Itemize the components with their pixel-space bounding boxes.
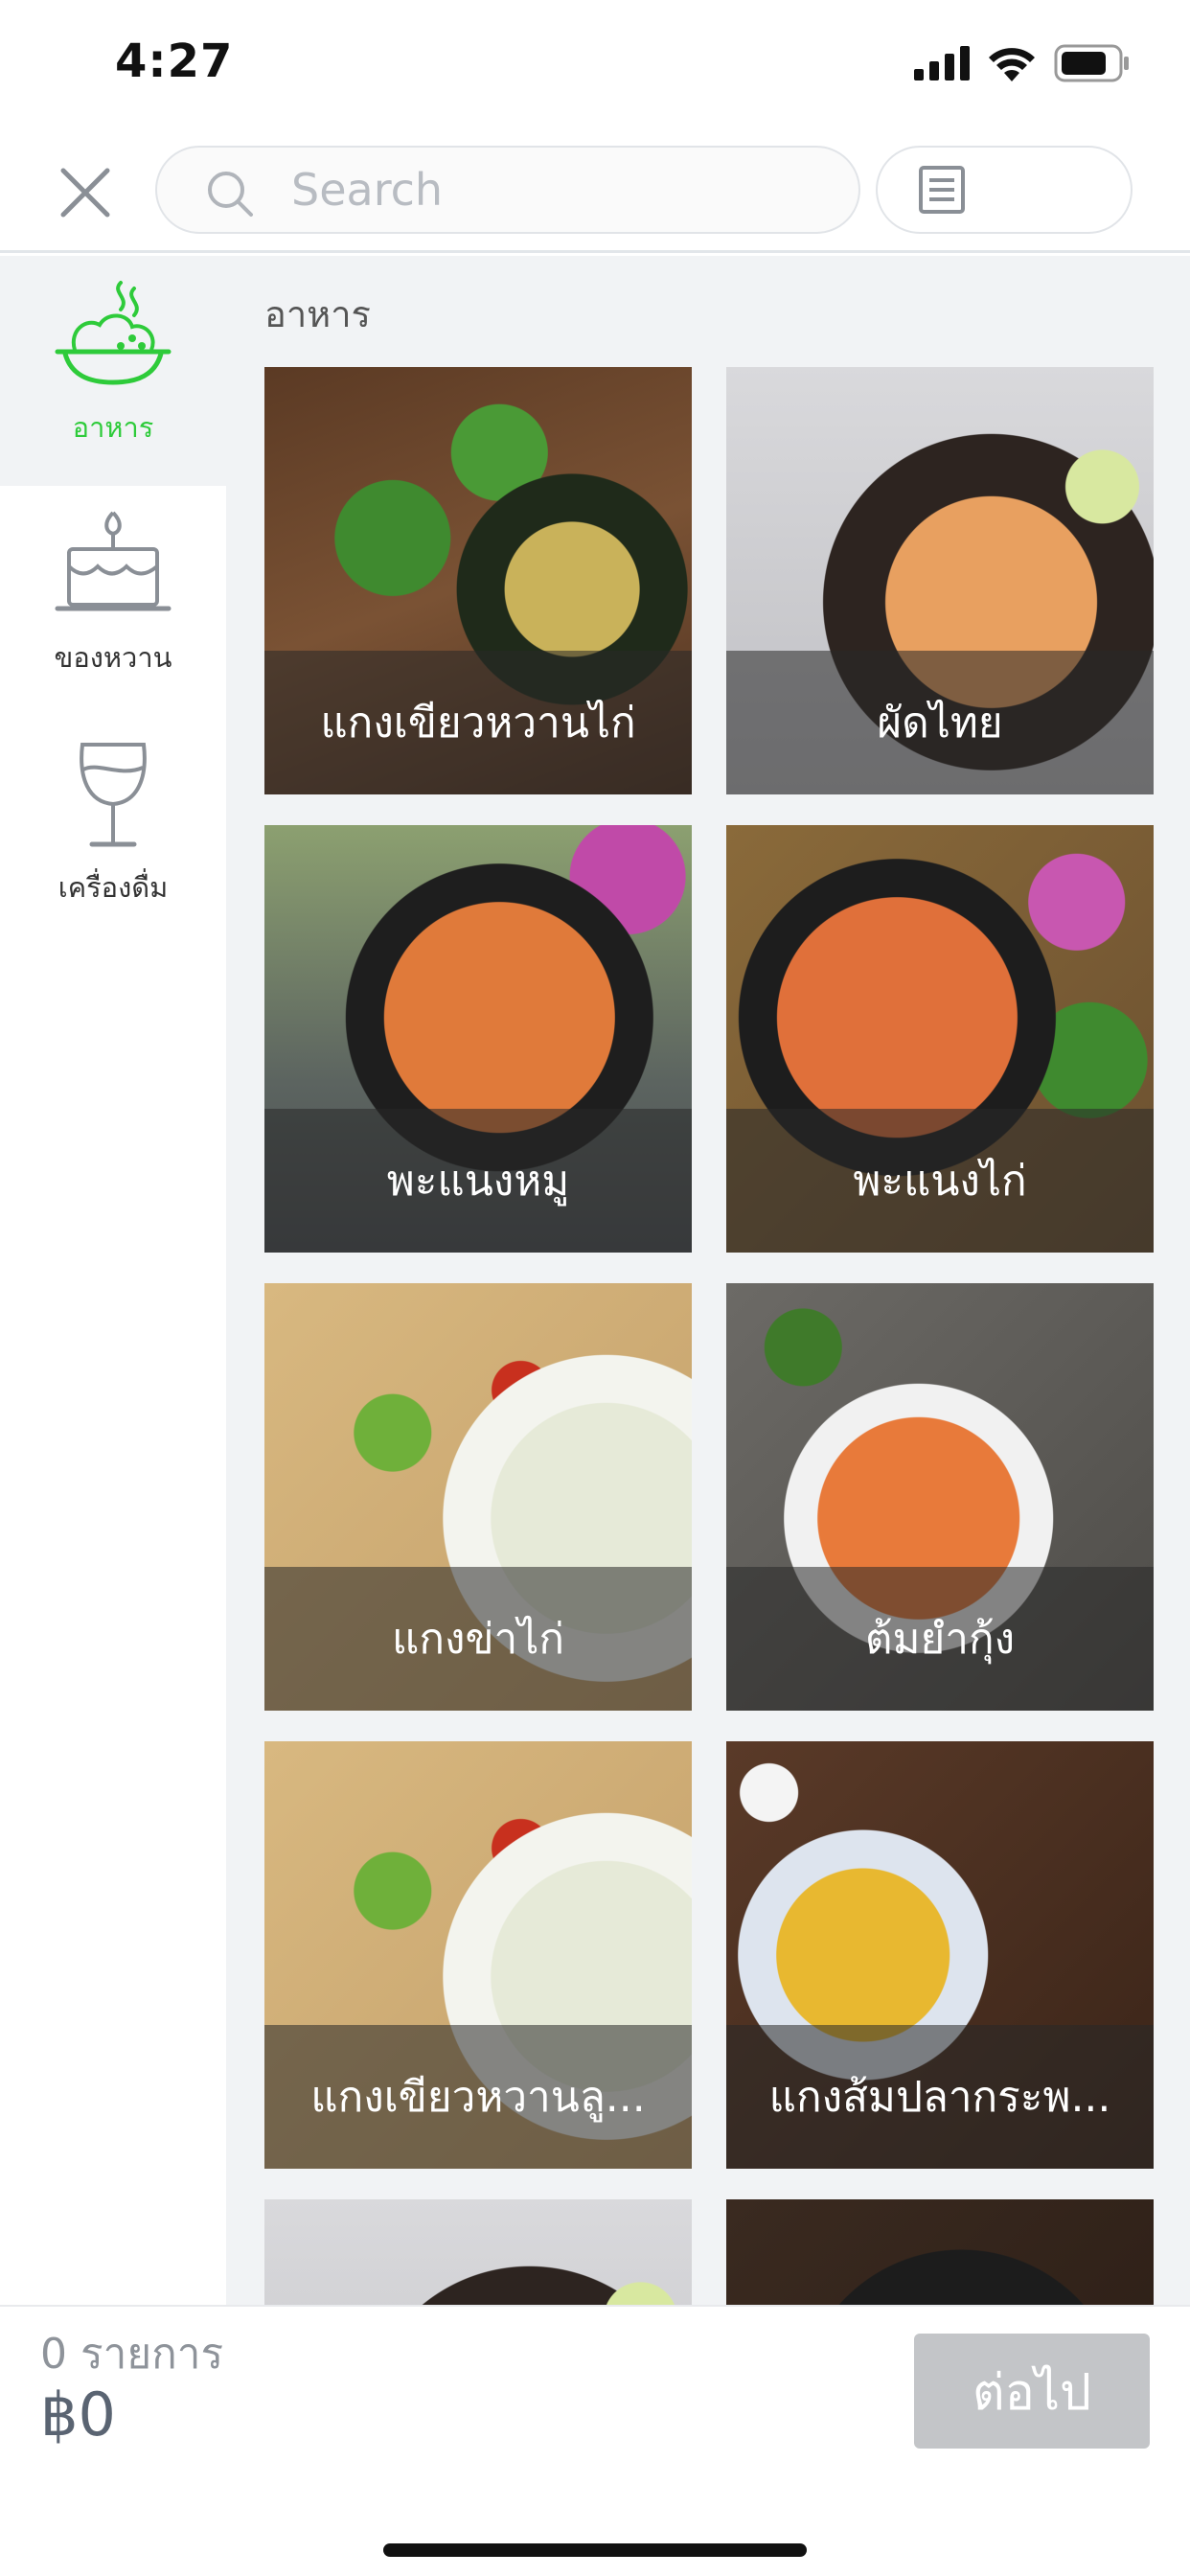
category-drinks[interactable]: เครื่องดื่ม — [0, 716, 226, 946]
menu-item-caption: แกงส้มปลากระพ... — [726, 2025, 1154, 2169]
category-label: เครื่องดื่ม — [57, 871, 169, 904]
category-sidebar: อาหาร ของหวาน เครื่องดื่ม — [0, 256, 226, 2305]
menu-item-card[interactable]: พะแนงไก่ — [726, 825, 1154, 1253]
menu-item-card[interactable] — [264, 2199, 692, 2305]
menu-item-name: แกงส้มปลากระพ... — [768, 2073, 1111, 2122]
category-label: ของหวาน — [54, 641, 172, 674]
menu-item-name: แกงเขียวหวานไก่ — [320, 699, 636, 748]
category-food[interactable]: อาหาร — [0, 256, 226, 486]
cart-bar: 0 รายการ ฿0 ต่อไป — [0, 2305, 1190, 2576]
home-indicator — [383, 2543, 807, 2557]
category-label: อาหาร — [72, 411, 154, 444]
view-toggle — [876, 146, 1133, 234]
menu-item-card[interactable]: แกงข่าไก่ — [264, 1283, 692, 1711]
menu-item-caption: แกงเขียวหวานไก่ — [264, 651, 692, 794]
cart-total: ฿0 — [40, 2380, 116, 2450]
main-content: อาหาร ของหวาน เครื่องดื่ม อาหาร แกงเขียว… — [0, 256, 1190, 2305]
menu-item-caption: แกงเขียวหวานลู... — [264, 2025, 692, 2169]
list-view-icon — [919, 166, 965, 214]
top-bar — [0, 126, 1190, 253]
food-photo — [264, 2199, 692, 2305]
status-bar: 4:27 — [0, 0, 1190, 126]
battery-icon — [1054, 44, 1129, 82]
menu-item-card[interactable] — [726, 2199, 1154, 2305]
menu-item-name: ต้มยำกุ้ง — [864, 1615, 1016, 1664]
search-icon — [208, 172, 253, 217]
menu-item-card[interactable]: ต้มยำกุ้ง — [726, 1283, 1154, 1711]
close-button[interactable] — [54, 161, 117, 224]
status-time: 4:27 — [115, 34, 234, 88]
menu-item-name: แกงข่าไก่ — [391, 1615, 565, 1664]
menu-item-caption: พะแนงไก่ — [726, 1109, 1154, 1253]
menu-item-name: แกงเขียวหวานลู... — [310, 2073, 646, 2122]
cake-icon — [55, 511, 172, 611]
cellular-signal-icon — [914, 46, 970, 80]
wine-glass-icon — [80, 743, 147, 847]
menu-item-caption: ต้มยำกุ้ง — [726, 1567, 1154, 1711]
close-icon — [60, 168, 110, 218]
next-button[interactable]: ต่อไป — [914, 2334, 1150, 2449]
menu-item-card[interactable]: แกงเขียวหวานไก่ — [264, 367, 692, 794]
wifi-icon — [989, 48, 1035, 81]
menu-item-caption: พะแนงหมู — [264, 1109, 692, 1253]
menu-item-card[interactable]: แกงส้มปลากระพ... — [726, 1741, 1154, 2169]
search-bar — [155, 146, 860, 234]
list-view-button[interactable] — [878, 148, 1006, 232]
cart-item-count: 0 รายการ — [40, 2330, 224, 2379]
menu-item-card[interactable]: พะแนงหมู — [264, 825, 692, 1253]
menu-item-name: ผัดไทย — [877, 699, 1003, 748]
menu-item-name: พะแนงหมู — [386, 1157, 570, 1206]
menu-item-card[interactable]: ผัดไทย — [726, 367, 1154, 794]
menu-item-name: พะแนงไก่ — [853, 1157, 1027, 1206]
category-dessert[interactable]: ของหวาน — [0, 486, 226, 716]
section-title: อาหาร — [264, 293, 371, 335]
menu-item-caption: ผัดไทย — [726, 651, 1154, 794]
status-icons — [914, 44, 1131, 82]
search-input[interactable] — [291, 148, 828, 232]
menu-item-card[interactable]: แกงเขียวหวานลู... — [264, 1741, 692, 2169]
food-photo — [726, 2199, 1154, 2305]
menu-item-caption: แกงข่าไก่ — [264, 1567, 692, 1711]
food-bowl-icon — [55, 281, 172, 385]
